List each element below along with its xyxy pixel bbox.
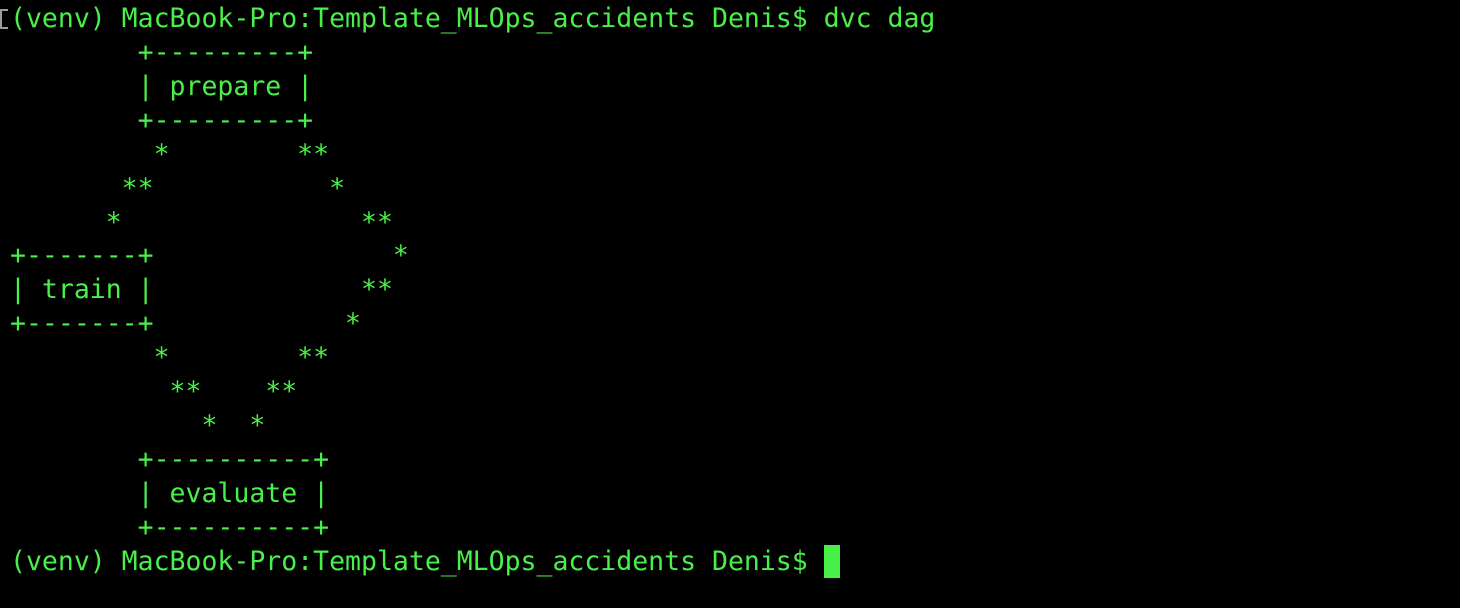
text-cursor[interactable] (824, 545, 840, 578)
dag-line: +----------+ (10, 443, 330, 475)
dag-edge-line: * ** (10, 138, 330, 170)
terminal-window[interactable]: (venv) MacBook-Pro:Template_MLOps_accide… (0, 0, 1460, 608)
dag-edge-line: ** ** (10, 376, 298, 408)
dag-line: +-------+ * (10, 308, 361, 340)
dag-line: +----------+ (10, 511, 330, 543)
dag-node-evaluate: | evaluate | (10, 477, 330, 509)
dag-node-train: | train | ** (10, 274, 393, 306)
dag-edge-line: * ** (10, 206, 393, 238)
terminal-output: (venv) MacBook-Pro:Template_MLOps_accide… (10, 2, 935, 579)
dag-edge-line: ** * (10, 172, 346, 204)
dag-edge-line: * ** (10, 342, 330, 374)
dag-edge-line: * * (10, 410, 266, 442)
dag-node-prepare: | prepare | (10, 70, 314, 102)
dag-line: +-------+ * (10, 240, 409, 272)
dag-line: +---------+ (10, 36, 314, 68)
command-line: (venv) MacBook-Pro:Template_MLOps_accide… (10, 3, 936, 34)
dag-line: +---------+ (10, 104, 314, 136)
prompt-mark-icon (0, 9, 8, 29)
shell-prompt[interactable]: (venv) MacBook-Pro:Template_MLOps_accide… (10, 545, 935, 579)
